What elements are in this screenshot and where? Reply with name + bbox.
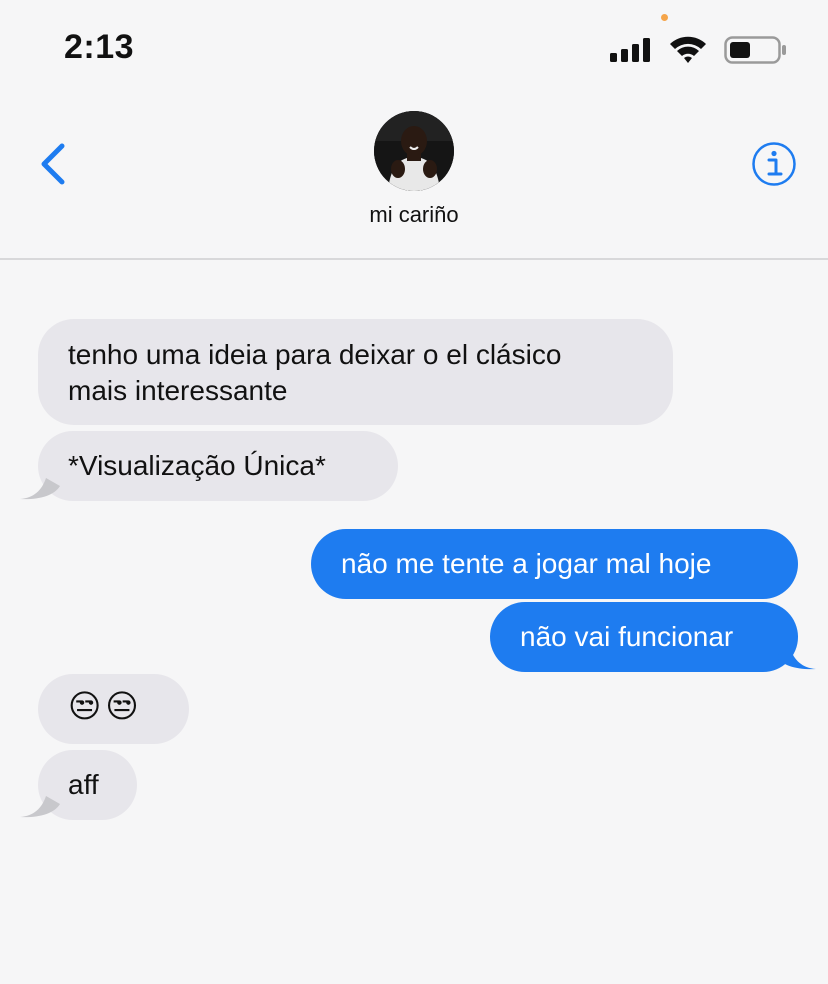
messages-screen: 2:13 mi cariño tenho uma ideia para deix… [0, 0, 828, 984]
message-bubble-incoming[interactable]: 😒😒 [38, 674, 189, 744]
info-button[interactable] [751, 141, 797, 187]
cellular-signal-icon [610, 38, 650, 62]
message-bubble-incoming[interactable]: *Visualização Única* [38, 431, 398, 501]
message-bubble-incoming[interactable]: tenho uma ideia para deixar o el clásico… [38, 319, 673, 425]
bubble-tail [20, 796, 60, 818]
status-time: 2:13 [64, 28, 135, 66]
bubble-tail [20, 478, 60, 500]
back-button[interactable] [34, 140, 74, 188]
bubble-tail [776, 648, 816, 670]
header-divider [0, 258, 828, 260]
message-bubble-outgoing[interactable]: não vai funcionar [490, 602, 798, 672]
message-bubble-outgoing[interactable]: não me tente a jogar mal hoje [311, 529, 798, 599]
contact-name[interactable]: mi cariño [0, 202, 828, 228]
privacy-indicator-dot [661, 14, 668, 21]
battery-icon [724, 36, 786, 64]
wifi-icon [670, 36, 706, 63]
contact-avatar[interactable] [374, 111, 454, 191]
